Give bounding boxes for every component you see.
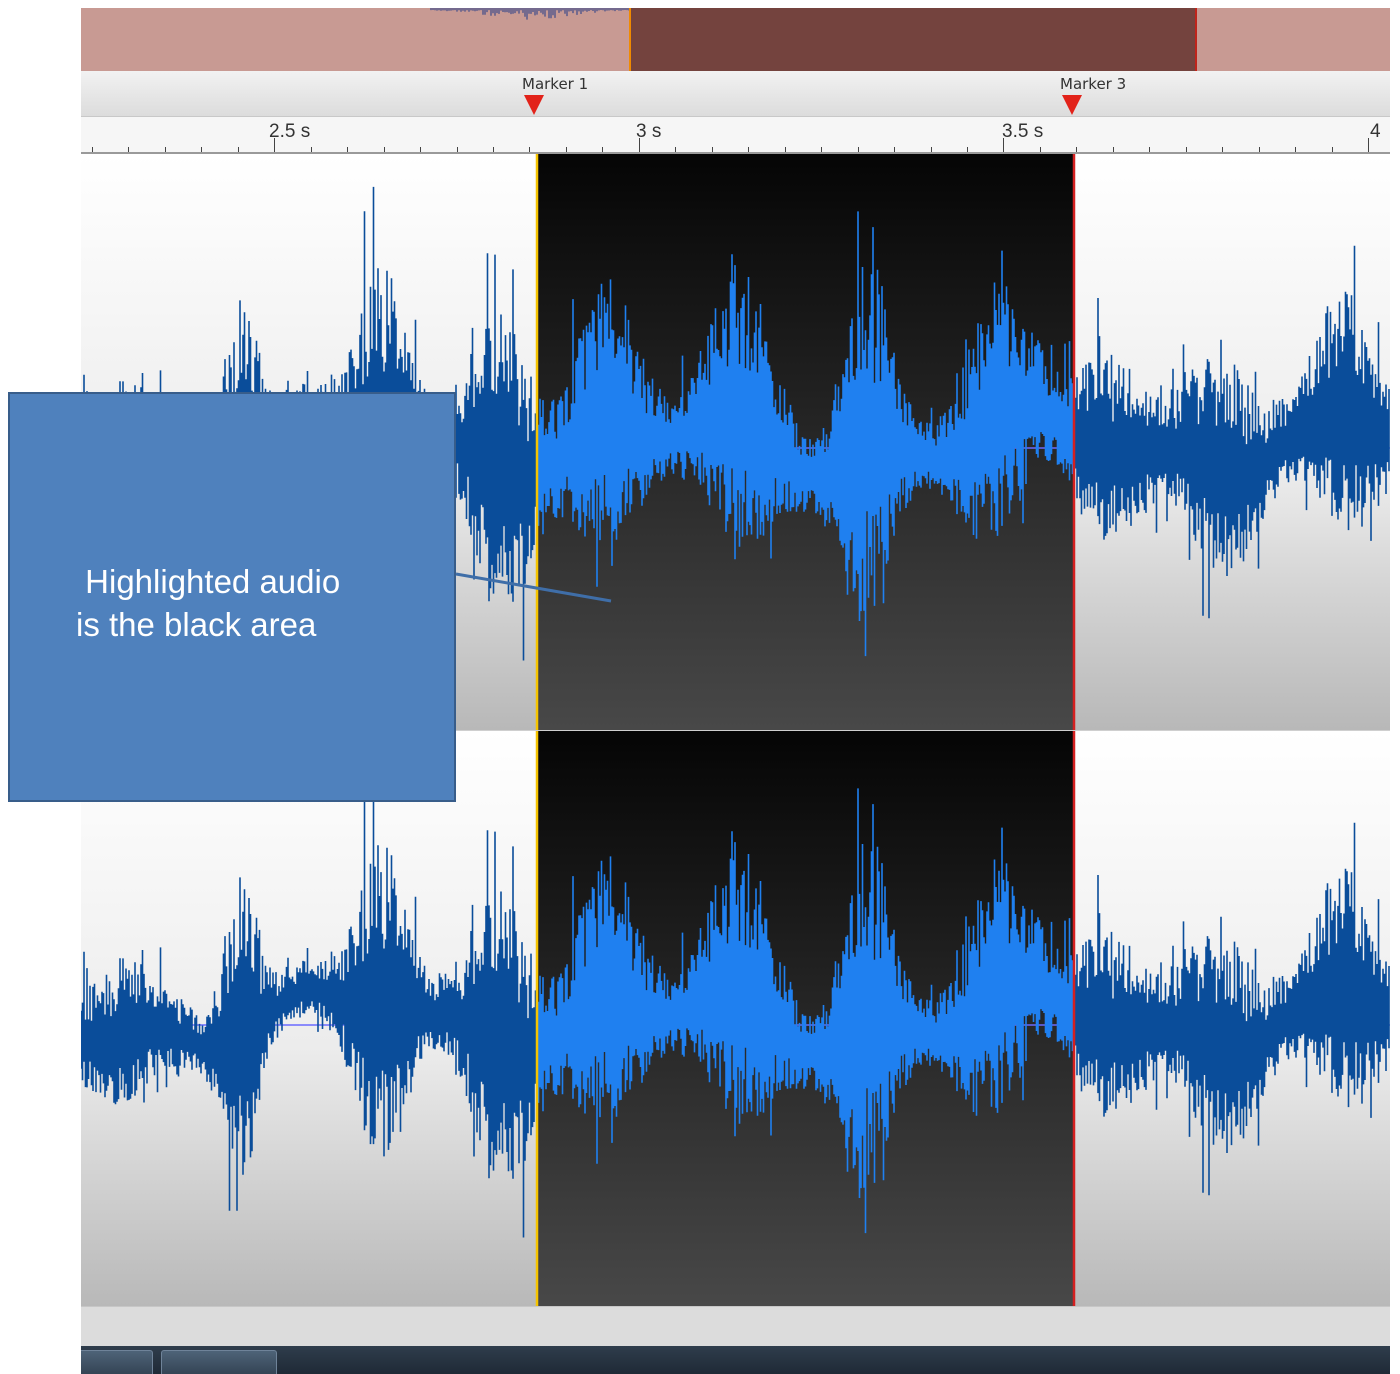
overview-selection[interactable] <box>629 8 1197 71</box>
ruler-tick <box>1295 147 1297 152</box>
ruler-tick <box>310 147 312 152</box>
ruler-label-3-5s: 3.5 s <box>1002 121 1044 142</box>
ruler-tick <box>1003 138 1005 152</box>
overview-strip[interactable] <box>81 8 1390 71</box>
marker-label: Marker 1 <box>522 75 589 93</box>
ruler-tick <box>638 138 640 152</box>
ruler-tick <box>711 147 713 152</box>
taskbar <box>81 1346 1390 1374</box>
ruler-tick <box>91 147 93 152</box>
ruler-tick <box>1331 147 1333 152</box>
ruler-tick <box>1039 147 1041 152</box>
ruler-tick <box>784 147 786 152</box>
ruler-tick <box>347 147 349 152</box>
ruler-tick <box>420 147 422 152</box>
ruler-tick <box>675 147 677 152</box>
ruler-tick <box>493 147 495 152</box>
ruler-tick <box>1149 147 1151 152</box>
ruler-tick <box>201 147 203 152</box>
taskbar-app-icon[interactable] <box>81 1350 153 1374</box>
ruler-tick <box>1222 147 1224 152</box>
waveform-right <box>81 731 1390 1307</box>
ruler-tick <box>383 147 385 152</box>
ruler-tick <box>1076 147 1078 152</box>
ruler-tick <box>237 147 239 152</box>
marker-bar[interactable]: Marker 1 Marker 3 <box>81 71 1390 116</box>
ruler-tick <box>529 147 531 152</box>
ruler-tick <box>274 138 276 152</box>
callout-text: Highlighted audio is the black area <box>76 563 341 643</box>
time-ruler[interactable]: 2.5 s 3 s 3.5 s 4 <box>81 116 1390 154</box>
ruler-tick <box>1112 147 1114 152</box>
ruler-tick <box>1368 138 1370 152</box>
ruler-tick <box>894 147 896 152</box>
horizontal-scrollbar[interactable] <box>81 1306 1390 1347</box>
ruler-tick <box>164 147 166 152</box>
annotation-callout: Highlighted audio is the black area <box>8 392 456 802</box>
ruler-tick <box>930 147 932 152</box>
ruler-tick <box>821 147 823 152</box>
ruler-tick <box>748 147 750 152</box>
ruler-tick <box>456 147 458 152</box>
ruler-tick <box>1185 147 1187 152</box>
marker-label: Marker 3 <box>1060 75 1127 93</box>
ruler-tick <box>565 147 567 152</box>
ruler-tick <box>128 147 130 152</box>
ruler-tick <box>857 147 859 152</box>
marker-flag-icon[interactable] <box>1062 95 1082 115</box>
marker-flag-icon[interactable] <box>524 95 544 115</box>
ruler-tick <box>1258 147 1260 152</box>
taskbar-app-icon[interactable] <box>161 1350 277 1374</box>
ruler-label-4s: 4 <box>1370 121 1381 142</box>
ruler-tick <box>967 147 969 152</box>
waveform-channel-right[interactable] <box>81 730 1390 1307</box>
ruler-tick <box>602 147 604 152</box>
